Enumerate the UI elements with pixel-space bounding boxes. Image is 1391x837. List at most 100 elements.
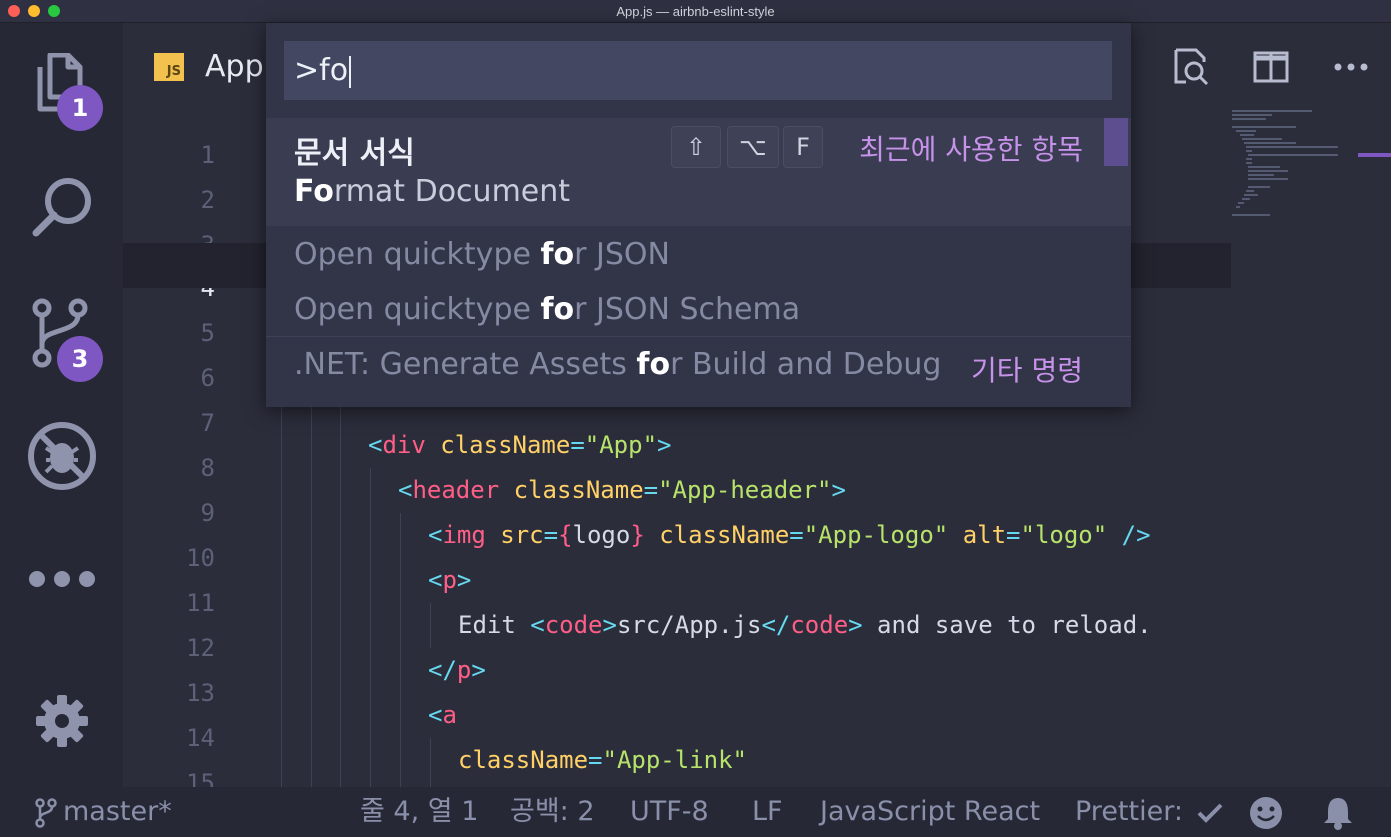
status-language-mode[interactable]: JavaScript React (820, 787, 1040, 837)
palette-item-label-rest: rmat Document (333, 174, 571, 209)
palette-item-label-localized: 문서 서식 (294, 136, 415, 171)
shift-key: ⇧ (671, 126, 721, 168)
line-number: 14 (186, 724, 215, 752)
more-actions-button[interactable] (1311, 47, 1391, 87)
activity-search[interactable] (0, 175, 123, 239)
palette-item-label-prefix: Open quicktype (294, 292, 541, 327)
palette-item-quicktype-json[interactable]: Open quicktype for JSON (266, 229, 1131, 284)
line-number: 1 (200, 141, 215, 169)
status-indentation[interactable]: 공백: 2 (510, 787, 595, 837)
minimap-line (1238, 202, 1244, 204)
code-line-9: <header className="App-header"> (398, 468, 846, 513)
code-token: > (471, 656, 486, 684)
feedback-button[interactable] (1249, 787, 1283, 837)
minimap-line (1232, 214, 1270, 216)
palette-item-quicktype-json-schema[interactable]: Open quicktype for JSON Schema (266, 284, 1131, 339)
palette-item-format-document[interactable]: 문서 서식 Format Document ⇧ ⌥ F 최근에 사용한 항목 (266, 118, 1131, 226)
scrollbar-marker[interactable] (1358, 153, 1391, 157)
minimap-line (1236, 130, 1256, 132)
status-cursor-position[interactable]: 줄 4, 열 1 (360, 787, 478, 837)
palette-item-dotnet-assets[interactable]: .NET: Generate Assets for Build and Debu… (266, 339, 1131, 394)
indent-guide (370, 468, 371, 787)
code-line-14: <a (428, 693, 457, 738)
line-number: 6 (200, 364, 215, 392)
status-bar: master* 줄 4, 열 1 공백: 2 UTF-8 LF JavaScri… (0, 787, 1391, 837)
smiley-icon (1250, 796, 1282, 829)
code-token: "App-header" (658, 476, 832, 504)
minimap-line (1232, 114, 1272, 116)
status-formatter[interactable]: Prettier: (1075, 787, 1224, 837)
minimap[interactable] (1232, 110, 1350, 230)
palette-separator (266, 336, 1131, 337)
code-token: = (588, 746, 603, 774)
minimap-line (1246, 190, 1254, 192)
palette-item-label-prefix: Open quicktype (294, 237, 541, 272)
minimap-line (1232, 126, 1296, 128)
status-branch[interactable]: master* (35, 787, 172, 837)
minimap-line (1248, 174, 1274, 176)
palette-scrollbar-thumb[interactable] (1104, 118, 1128, 166)
code-token: = (570, 431, 585, 459)
minimap-line (1244, 194, 1258, 196)
palette-group-other: 기타 명령 (971, 354, 1083, 387)
option-key: ⌥ (727, 126, 779, 168)
notifications-button[interactable] (1322, 787, 1354, 837)
javascript-file-icon: JS (154, 53, 184, 81)
code-token: = (643, 476, 659, 504)
minimap-line (1240, 134, 1254, 136)
maximize-window-button[interactable] (48, 5, 60, 17)
match-highlight: Fo (294, 174, 334, 209)
line-number: 12 (186, 634, 215, 662)
command-palette-input[interactable]: >fo (284, 41, 1112, 100)
indent-guide (340, 400, 341, 787)
code-token: className (458, 746, 589, 774)
explorer-badge: 1 (57, 85, 103, 131)
code-line-13: </p> (428, 648, 486, 693)
code-token: "App" (584, 431, 658, 459)
minimap-line (1244, 142, 1296, 144)
code-token: logo (572, 521, 631, 549)
activity-debug[interactable] (0, 420, 123, 492)
indent-guide (281, 400, 282, 787)
code-token: className (659, 521, 790, 549)
match-highlight: fo (540, 292, 575, 327)
indent-guide (400, 513, 401, 787)
activity-bar: 1 3 (0, 23, 123, 787)
code-token: className (513, 476, 644, 504)
code-token: < (398, 476, 413, 504)
code-token: > (831, 476, 846, 504)
activity-more[interactable] (0, 569, 123, 589)
code-token: = (1006, 521, 1021, 549)
code-line-11: <p> (428, 558, 471, 603)
palette-item-label-rest: r Build and Debug (670, 347, 942, 382)
minimap-line (1246, 146, 1338, 148)
code-token: img (442, 521, 486, 549)
match-highlight: fo (636, 347, 671, 382)
code-token: src/App.js (616, 611, 762, 639)
window-title: App.js — airbnb-eslint-style (616, 3, 775, 19)
editor-actions (1151, 47, 1391, 87)
line-number: 5 (200, 319, 215, 347)
debug-icon (27, 422, 96, 490)
minimap-line (1248, 178, 1288, 180)
activity-settings[interactable] (0, 695, 123, 747)
minimap-line (1248, 186, 1270, 188)
close-window-button[interactable] (8, 5, 20, 17)
palette-item-label-prefix: .NET: Generate Assets (294, 347, 637, 382)
palette-item-label: Open quicktype for JSON (294, 237, 670, 272)
status-encoding[interactable]: UTF-8 (630, 787, 709, 837)
split-editor-button[interactable] (1231, 47, 1311, 87)
status-eol[interactable]: LF (752, 787, 783, 837)
code-token: header (412, 476, 500, 504)
scm-badge: 3 (57, 336, 103, 382)
minimize-window-button[interactable] (28, 5, 40, 17)
code-token: /> (1107, 521, 1151, 549)
window-controls (8, 5, 60, 17)
minimap-line (1248, 154, 1338, 156)
search-file-icon (1174, 48, 1209, 86)
code-token: > (456, 566, 472, 594)
open-preview-button[interactable] (1151, 47, 1231, 87)
more-icon (28, 571, 95, 587)
